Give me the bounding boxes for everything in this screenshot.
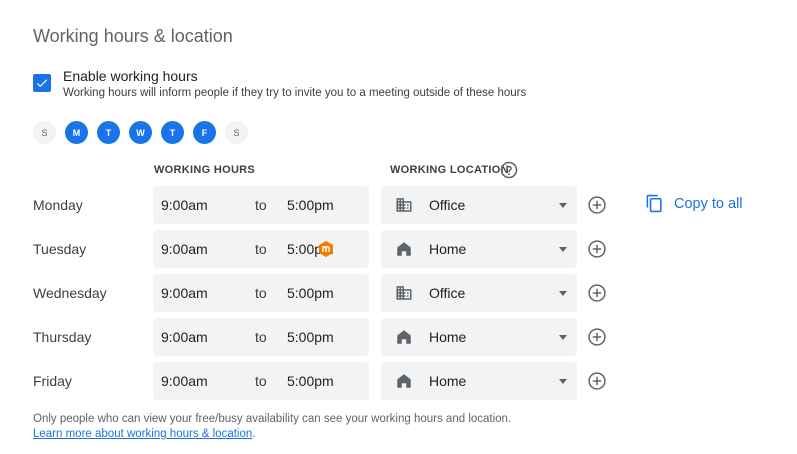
copy-to-all-button[interactable]: Copy to all: [645, 194, 743, 213]
office-building-icon: [396, 198, 412, 212]
enable-working-hours-label: Enable working hours: [63, 68, 198, 84]
page-title: Working hours & location: [33, 26, 233, 46]
day-toggle-friday[interactable]: F: [193, 121, 216, 144]
working-hours-header: WORKING HOURS: [154, 164, 256, 176]
schedule-row-wednesday: Wednesday 9:00am to 5:00pm Office: [0, 274, 797, 314]
chevron-down-icon: [559, 379, 567, 384]
schedule-row-friday: Friday 9:00am to 5:00pm Home: [0, 362, 797, 402]
day-toggle-tuesday[interactable]: T: [97, 121, 120, 144]
home-icon: [397, 374, 411, 388]
to-label: to: [255, 285, 267, 301]
help-icon[interactable]: [500, 161, 518, 179]
location-select[interactable]: Home: [381, 318, 577, 356]
cursor-icon: [319, 241, 333, 257]
footer-text: Only people who can view your free/busy …: [33, 413, 512, 425]
day-toggle-thursday[interactable]: T: [161, 121, 184, 144]
location-select[interactable]: Office: [381, 186, 577, 224]
location-label: Office: [429, 285, 466, 301]
day-name: Tuesday: [33, 241, 87, 257]
home-icon: [397, 242, 411, 256]
add-hours-button[interactable]: [587, 283, 607, 303]
start-time-input[interactable]: 9:00am: [161, 329, 208, 345]
location-select[interactable]: Home: [381, 362, 577, 400]
to-label: to: [255, 373, 267, 389]
to-label: to: [255, 241, 267, 257]
start-time-input[interactable]: 9:00am: [161, 373, 208, 389]
check-icon: [36, 79, 48, 88]
day-name: Friday: [33, 373, 72, 389]
location-select[interactable]: Office: [381, 274, 577, 312]
end-time-input[interactable]: 5:00pm: [287, 373, 334, 389]
day-toggle-sunday[interactable]: S: [33, 121, 56, 144]
footer-link-suffix: .: [252, 428, 256, 440]
end-time-input[interactable]: 5:00pm: [287, 197, 334, 213]
location-label: Home: [429, 329, 467, 345]
day-name: Monday: [33, 197, 83, 213]
hours-range: 9:00am to 5:00pm: [153, 186, 369, 224]
location-select[interactable]: Home: [381, 230, 577, 268]
day-toggle-monday[interactable]: M: [65, 121, 88, 144]
chevron-down-icon: [559, 247, 567, 252]
footer-note: Only people who can view your free/busy …: [33, 412, 511, 442]
add-hours-button[interactable]: [587, 327, 607, 347]
to-label: to: [255, 197, 267, 213]
working-location-header: WORKING LOCATION: [390, 164, 509, 176]
day-name: Wednesday: [33, 285, 107, 301]
start-time-input[interactable]: 9:00am: [161, 285, 208, 301]
day-toggle-saturday[interactable]: S: [225, 121, 248, 144]
location-label: Home: [429, 241, 467, 257]
office-building-icon: [396, 286, 412, 300]
schedule-row-thursday: Thursday 9:00am to 5:00pm Home: [0, 318, 797, 358]
end-time-input[interactable]: 5:00pm: [287, 285, 334, 301]
hours-range: 9:00am to 5:00pm: [153, 362, 369, 400]
to-label: to: [255, 329, 267, 345]
chevron-down-icon: [559, 203, 567, 208]
hours-range: 9:00am to 5:00pm: [153, 318, 369, 356]
enable-working-hours-description: Working hours will inform people if they…: [63, 87, 527, 99]
end-time-input[interactable]: 5:00pm: [287, 329, 334, 345]
copy-icon: [646, 194, 662, 213]
hours-range: 9:00am to 5:00pm: [153, 274, 369, 312]
location-label: Home: [429, 373, 467, 389]
start-time-input[interactable]: 9:00am: [161, 241, 208, 257]
add-hours-button[interactable]: [587, 195, 607, 215]
home-icon: [397, 330, 411, 344]
learn-more-link[interactable]: Learn more about working hours & locatio…: [33, 428, 252, 440]
day-name: Thursday: [33, 329, 92, 345]
schedule-row-tuesday: Tuesday 9:00am to 5:00pm Home: [0, 230, 797, 270]
add-hours-button[interactable]: [587, 371, 607, 391]
enable-working-hours-checkbox[interactable]: [33, 74, 51, 92]
weekday-selector: S M T W T F S: [33, 121, 257, 144]
footer-link-line: Learn more about working hours & locatio…: [33, 427, 511, 442]
location-label: Office: [429, 197, 466, 213]
copy-to-all-label: Copy to all: [674, 195, 743, 212]
add-hours-button[interactable]: [587, 239, 607, 259]
chevron-down-icon: [559, 335, 567, 340]
hours-range: 9:00am to 5:00pm: [153, 230, 369, 268]
chevron-down-icon: [559, 291, 567, 296]
start-time-input[interactable]: 9:00am: [161, 197, 208, 213]
day-toggle-wednesday[interactable]: W: [129, 121, 152, 144]
